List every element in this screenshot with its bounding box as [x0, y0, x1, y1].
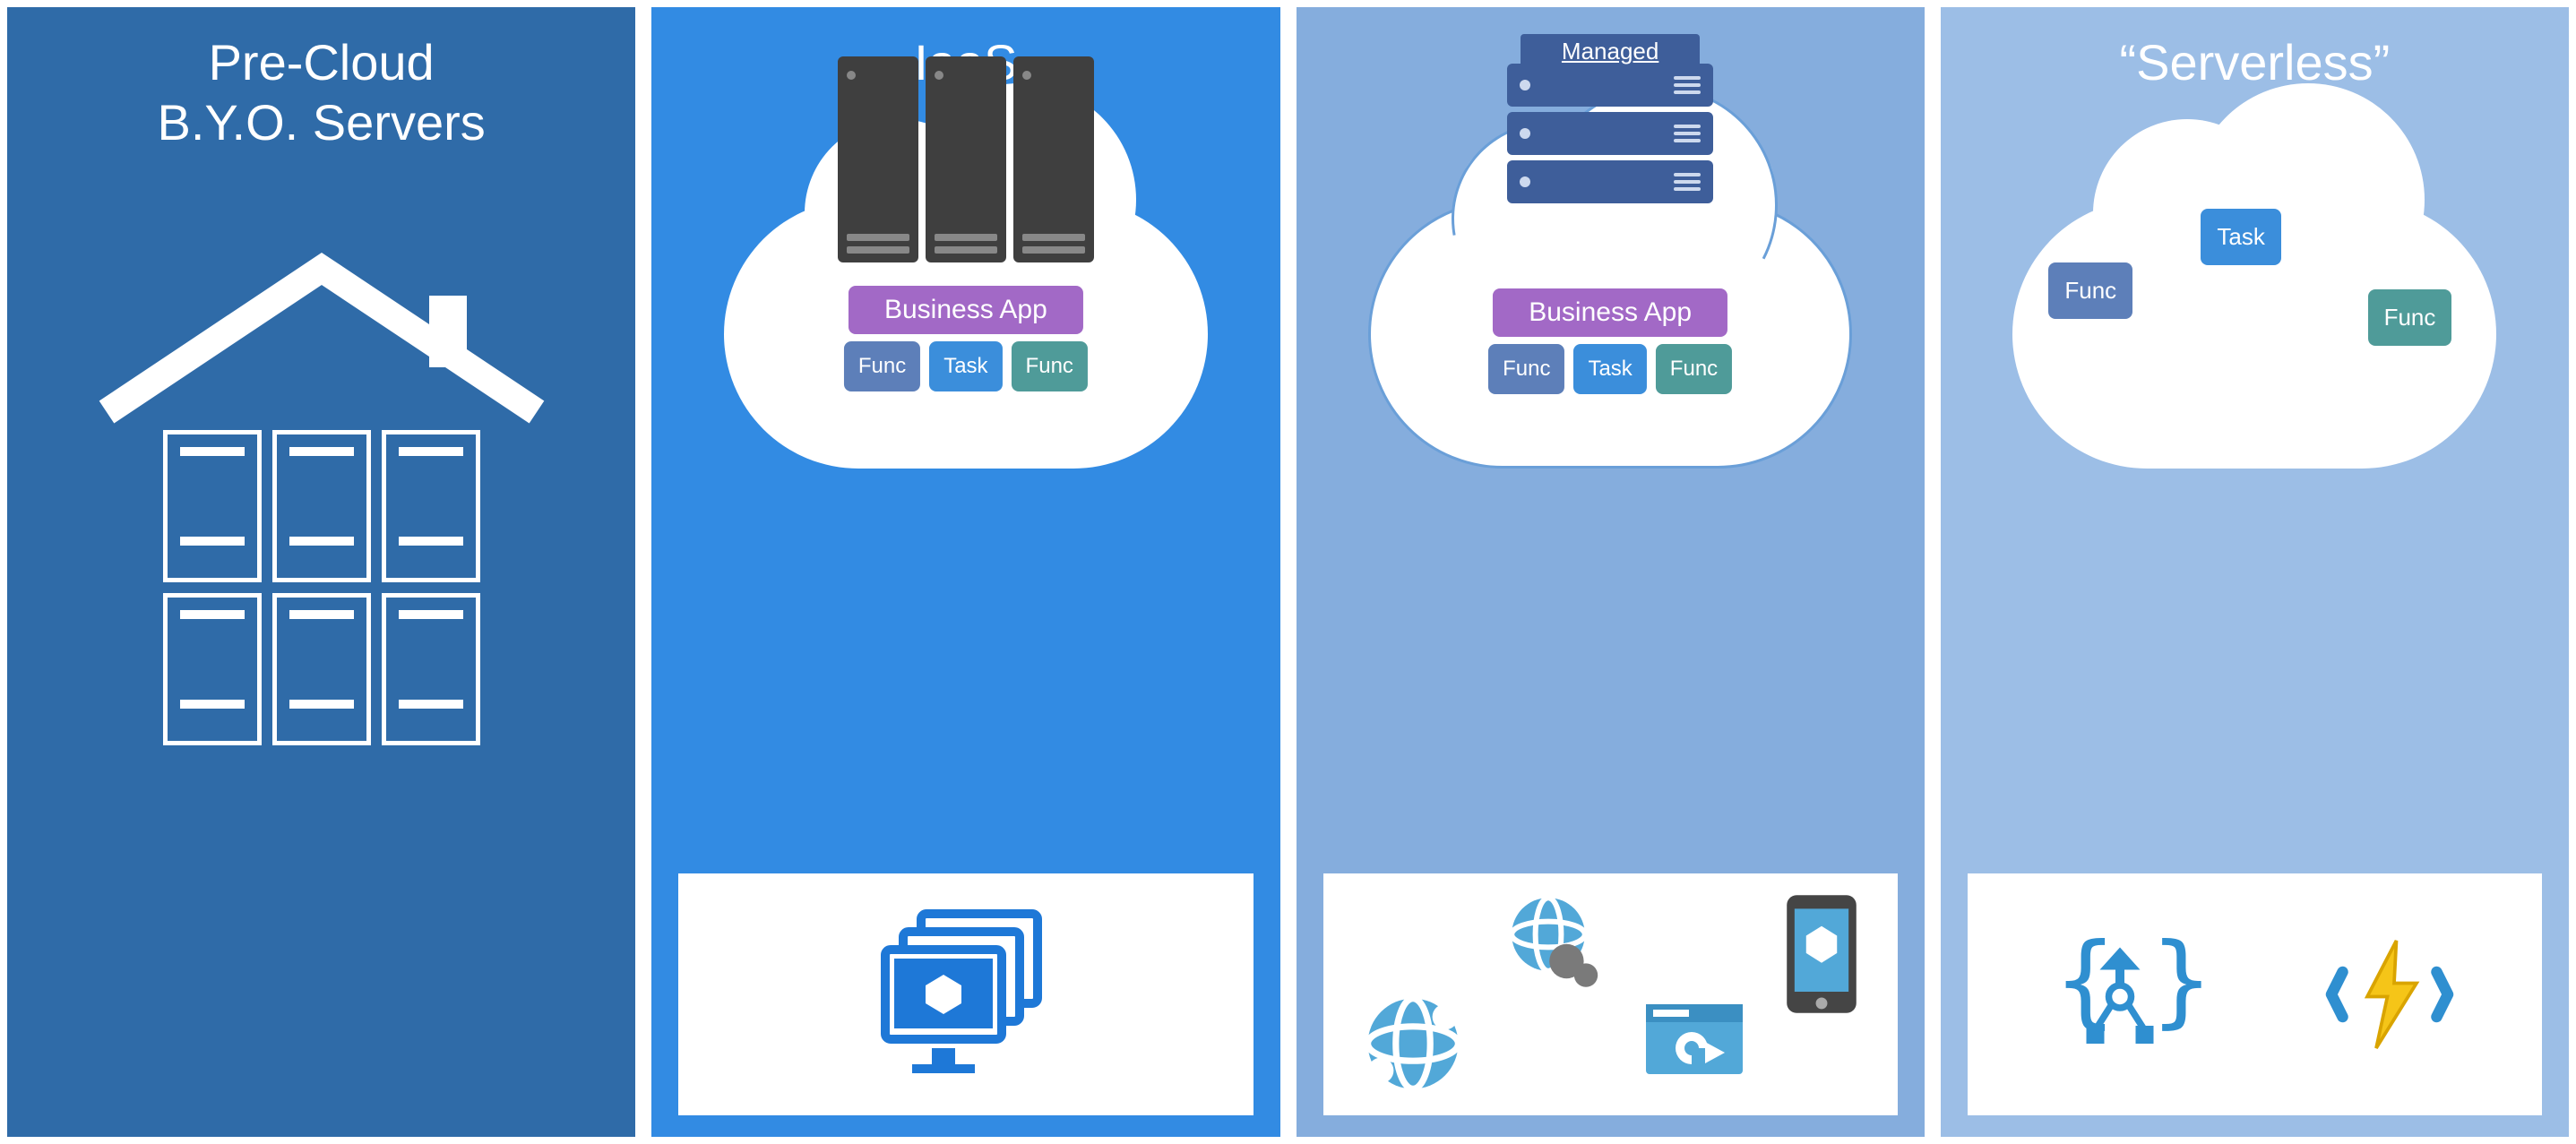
column-iaas: IaaS Business App Func Task Func	[650, 5, 1281, 1139]
vm-icon	[838, 56, 918, 262]
serverless-iconbox: { }	[1968, 873, 2542, 1115]
func-pill: Func	[844, 341, 920, 391]
func-pill: Func	[2368, 289, 2452, 346]
vm-group-icon	[867, 905, 1064, 1084]
server-icon	[272, 430, 371, 582]
task-pill: Task	[2201, 209, 2280, 265]
server-icon	[382, 430, 480, 582]
column-paas: PaaS Managed Business App Func Task Func	[1295, 5, 1926, 1139]
server-grid	[163, 430, 480, 745]
logic-app-icon	[1641, 990, 1748, 1097]
task-pill: Task	[1573, 344, 1646, 394]
func-pill: Func	[1488, 344, 1564, 394]
managed-label: Managed	[1521, 34, 1700, 69]
vm-icon	[1013, 56, 1094, 262]
paas-pill-row: Func Task Func	[1488, 344, 1732, 394]
vm-row	[838, 56, 1094, 262]
func-pill: Func	[2048, 262, 2132, 319]
paas-iconbox	[1323, 873, 1898, 1115]
cloud-paas: Managed Business App Func Task Func	[1368, 200, 1852, 469]
precloud-title: Pre-Cloud B.Y.O. Servers	[158, 32, 486, 152]
paas-app-stack: Business App Func Task Func	[1488, 288, 1732, 394]
app-service-web-icon	[1500, 891, 1607, 999]
managed-server-icon	[1507, 64, 1713, 107]
precloud-title-line2: B.Y.O. Servers	[158, 92, 486, 152]
house-diagram	[7, 233, 635, 745]
task-pill: Task	[929, 341, 1002, 391]
managed-server-icon	[1507, 160, 1713, 203]
server-icon	[163, 593, 262, 745]
serverless-func-wrap: Func	[2048, 262, 2132, 319]
iaas-iconbox	[678, 873, 1253, 1115]
column-serverless: “Serverless” Func Task Func { }	[1939, 5, 2571, 1139]
server-icon	[163, 430, 262, 582]
managed-stack	[1507, 64, 1713, 203]
iaas-app-stack: Business App Func Task Func	[844, 286, 1088, 391]
func-pill: Func	[1656, 344, 1732, 394]
serverless-title: “Serverless”	[2119, 32, 2390, 92]
vm-icon	[926, 56, 1006, 262]
cloud-iaas: Business App Func Task Func	[724, 200, 1208, 469]
serverless-func2-wrap: Func	[2368, 289, 2452, 346]
business-app-pill: Business App	[849, 286, 1083, 334]
svg-text:}: }	[2151, 922, 2212, 1039]
cloud-serverless: Func Task Func	[2012, 200, 2496, 469]
server-icon	[272, 593, 371, 745]
server-icon	[382, 593, 480, 745]
managed-server-icon	[1507, 112, 1713, 155]
serverless-task-wrap: Task	[2201, 209, 2280, 265]
iaas-pill-row: Func Task Func	[844, 341, 1088, 391]
func-pill: Func	[1012, 341, 1088, 391]
house-icon	[89, 233, 555, 439]
app-service-icon	[1359, 990, 1467, 1097]
lightning-icon	[2322, 927, 2457, 1062]
mobile-app-icon	[1781, 891, 1862, 1017]
precloud-title-line1: Pre-Cloud	[209, 34, 435, 90]
business-app-pill: Business App	[1493, 288, 1727, 337]
svg-text:{: {	[2055, 922, 2116, 1039]
column-precloud: Pre-Cloud B.Y.O. Servers	[5, 5, 637, 1139]
azure-functions-icon: { }	[2053, 927, 2187, 1062]
